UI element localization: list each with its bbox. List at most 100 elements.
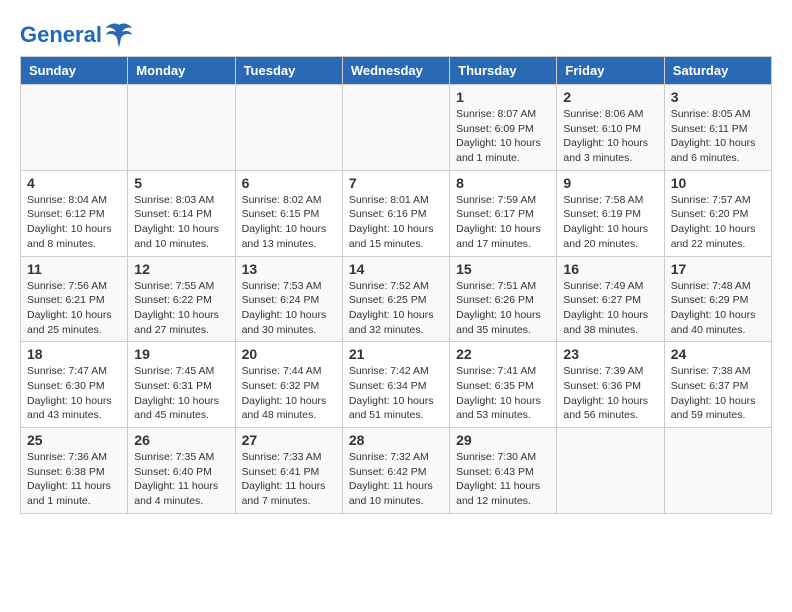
- calendar-cell: [235, 85, 342, 171]
- day-detail: Sunrise: 7:35 AM Sunset: 6:40 PM Dayligh…: [134, 450, 228, 509]
- day-detail: Sunrise: 8:07 AM Sunset: 6:09 PM Dayligh…: [456, 107, 550, 166]
- calendar-cell: 3 Sunrise: 8:05 AM Sunset: 6:11 PM Daylig…: [664, 85, 771, 171]
- day-detail: Sunrise: 7:52 AM Sunset: 6:25 PM Dayligh…: [349, 279, 443, 338]
- day-detail: Sunrise: 7:53 AM Sunset: 6:24 PM Dayligh…: [242, 279, 336, 338]
- day-number: 16: [563, 261, 657, 277]
- day-number: 20: [242, 346, 336, 362]
- calendar-cell: 15 Sunrise: 7:51 AM Sunset: 6:26 PM Dayli…: [450, 256, 557, 342]
- calendar-cell: 21 Sunrise: 7:42 AM Sunset: 6:34 PM Dayli…: [342, 342, 449, 428]
- calendar-cell: 24 Sunrise: 7:38 AM Sunset: 6:37 PM Dayli…: [664, 342, 771, 428]
- day-number: 29: [456, 432, 550, 448]
- logo-text: General: [20, 23, 102, 47]
- weekday-header: Saturday: [664, 57, 771, 85]
- day-detail: Sunrise: 7:38 AM Sunset: 6:37 PM Dayligh…: [671, 364, 765, 423]
- day-detail: Sunrise: 7:49 AM Sunset: 6:27 PM Dayligh…: [563, 279, 657, 338]
- day-number: 27: [242, 432, 336, 448]
- day-detail: Sunrise: 8:05 AM Sunset: 6:11 PM Dayligh…: [671, 107, 765, 166]
- day-detail: Sunrise: 7:57 AM Sunset: 6:20 PM Dayligh…: [671, 193, 765, 252]
- calendar-cell: 27 Sunrise: 7:33 AM Sunset: 6:41 PM Dayli…: [235, 428, 342, 514]
- calendar-cell: [128, 85, 235, 171]
- day-number: 28: [349, 432, 443, 448]
- day-number: 23: [563, 346, 657, 362]
- calendar-cell: 17 Sunrise: 7:48 AM Sunset: 6:29 PM Dayli…: [664, 256, 771, 342]
- calendar-cell: 2 Sunrise: 8:06 AM Sunset: 6:10 PM Daylig…: [557, 85, 664, 171]
- weekday-header: Tuesday: [235, 57, 342, 85]
- calendar-cell: 5 Sunrise: 8:03 AM Sunset: 6:14 PM Daylig…: [128, 170, 235, 256]
- day-number: 21: [349, 346, 443, 362]
- day-detail: Sunrise: 8:06 AM Sunset: 6:10 PM Dayligh…: [563, 107, 657, 166]
- day-number: 8: [456, 175, 550, 191]
- calendar-cell: 1 Sunrise: 8:07 AM Sunset: 6:09 PM Daylig…: [450, 85, 557, 171]
- calendar-cell: [342, 85, 449, 171]
- day-number: 7: [349, 175, 443, 191]
- day-number: 2: [563, 89, 657, 105]
- day-detail: Sunrise: 8:04 AM Sunset: 6:12 PM Dayligh…: [27, 193, 121, 252]
- day-detail: Sunrise: 7:39 AM Sunset: 6:36 PM Dayligh…: [563, 364, 657, 423]
- day-detail: Sunrise: 7:58 AM Sunset: 6:19 PM Dayligh…: [563, 193, 657, 252]
- day-detail: Sunrise: 7:36 AM Sunset: 6:38 PM Dayligh…: [27, 450, 121, 509]
- day-detail: Sunrise: 7:44 AM Sunset: 6:32 PM Dayligh…: [242, 364, 336, 423]
- day-detail: Sunrise: 8:01 AM Sunset: 6:16 PM Dayligh…: [349, 193, 443, 252]
- day-number: 13: [242, 261, 336, 277]
- day-number: 1: [456, 89, 550, 105]
- logo-bird-icon: [104, 20, 134, 50]
- calendar-cell: [557, 428, 664, 514]
- day-number: 18: [27, 346, 121, 362]
- day-detail: Sunrise: 7:47 AM Sunset: 6:30 PM Dayligh…: [27, 364, 121, 423]
- day-number: 3: [671, 89, 765, 105]
- day-number: 22: [456, 346, 550, 362]
- day-number: 17: [671, 261, 765, 277]
- day-detail: Sunrise: 7:33 AM Sunset: 6:41 PM Dayligh…: [242, 450, 336, 509]
- calendar-cell: 11 Sunrise: 7:56 AM Sunset: 6:21 PM Dayli…: [21, 256, 128, 342]
- day-detail: Sunrise: 7:41 AM Sunset: 6:35 PM Dayligh…: [456, 364, 550, 423]
- calendar-cell: 26 Sunrise: 7:35 AM Sunset: 6:40 PM Dayli…: [128, 428, 235, 514]
- calendar-cell: 19Sunrise: 7:45 AM Sunset: 6:31 PM Dayli…: [128, 342, 235, 428]
- calendar-cell: 28 Sunrise: 7:32 AM Sunset: 6:42 PM Dayli…: [342, 428, 449, 514]
- day-detail: Sunrise: 7:55 AM Sunset: 6:22 PM Dayligh…: [134, 279, 228, 338]
- day-detail: Sunrise: 7:48 AM Sunset: 6:29 PM Dayligh…: [671, 279, 765, 338]
- calendar-cell: 16 Sunrise: 7:49 AM Sunset: 6:27 PM Dayli…: [557, 256, 664, 342]
- calendar-cell: [664, 428, 771, 514]
- calendar-cell: 12 Sunrise: 7:55 AM Sunset: 6:22 PM Dayli…: [128, 256, 235, 342]
- day-detail: Sunrise: 8:02 AM Sunset: 6:15 PM Dayligh…: [242, 193, 336, 252]
- day-detail: Sunrise: 7:42 AM Sunset: 6:34 PM Dayligh…: [349, 364, 443, 423]
- calendar-cell: 6Sunrise: 8:02 AM Sunset: 6:15 PM Daylig…: [235, 170, 342, 256]
- day-number: 4: [27, 175, 121, 191]
- day-number: 9: [563, 175, 657, 191]
- calendar-cell: 10 Sunrise: 7:57 AM Sunset: 6:20 PM Dayli…: [664, 170, 771, 256]
- calendar-cell: 14 Sunrise: 7:52 AM Sunset: 6:25 PM Dayli…: [342, 256, 449, 342]
- weekday-header: Friday: [557, 57, 664, 85]
- logo: General: [20, 20, 134, 46]
- day-number: 19: [134, 346, 228, 362]
- calendar-cell: 8 Sunrise: 7:59 AM Sunset: 6:17 PM Daylig…: [450, 170, 557, 256]
- day-number: 15: [456, 261, 550, 277]
- day-detail: Sunrise: 7:30 AM Sunset: 6:43 PM Dayligh…: [456, 450, 550, 509]
- day-detail: Sunrise: 8:03 AM Sunset: 6:14 PM Dayligh…: [134, 193, 228, 252]
- calendar-cell: 22 Sunrise: 7:41 AM Sunset: 6:35 PM Dayli…: [450, 342, 557, 428]
- day-number: 26: [134, 432, 228, 448]
- calendar-cell: 23 Sunrise: 7:39 AM Sunset: 6:36 PM Dayli…: [557, 342, 664, 428]
- day-number: 25: [27, 432, 121, 448]
- day-number: 24: [671, 346, 765, 362]
- day-detail: Sunrise: 7:51 AM Sunset: 6:26 PM Dayligh…: [456, 279, 550, 338]
- calendar-cell: 25 Sunrise: 7:36 AM Sunset: 6:38 PM Dayli…: [21, 428, 128, 514]
- calendar-cell: 13 Sunrise: 7:53 AM Sunset: 6:24 PM Dayli…: [235, 256, 342, 342]
- calendar-cell: [21, 85, 128, 171]
- day-number: 11: [27, 261, 121, 277]
- day-detail: Sunrise: 7:56 AM Sunset: 6:21 PM Dayligh…: [27, 279, 121, 338]
- weekday-header: Thursday: [450, 57, 557, 85]
- day-number: 5: [134, 175, 228, 191]
- weekday-header: Sunday: [21, 57, 128, 85]
- weekday-header: Wednesday: [342, 57, 449, 85]
- calendar-table: SundayMondayTuesdayWednesdayThursdayFrid…: [20, 56, 772, 514]
- calendar-cell: 20 Sunrise: 7:44 AM Sunset: 6:32 PM Dayli…: [235, 342, 342, 428]
- calendar-cell: 29 Sunrise: 7:30 AM Sunset: 6:43 PM Dayli…: [450, 428, 557, 514]
- calendar-cell: 4 Sunrise: 8:04 AM Sunset: 6:12 PM Daylig…: [21, 170, 128, 256]
- day-number: 12: [134, 261, 228, 277]
- page-header: General: [20, 20, 772, 46]
- day-detail: Sunrise: 7:32 AM Sunset: 6:42 PM Dayligh…: [349, 450, 443, 509]
- day-detail: Sunrise: 7:59 AM Sunset: 6:17 PM Dayligh…: [456, 193, 550, 252]
- day-number: 10: [671, 175, 765, 191]
- day-number: 14: [349, 261, 443, 277]
- calendar-cell: 9 Sunrise: 7:58 AM Sunset: 6:19 PM Daylig…: [557, 170, 664, 256]
